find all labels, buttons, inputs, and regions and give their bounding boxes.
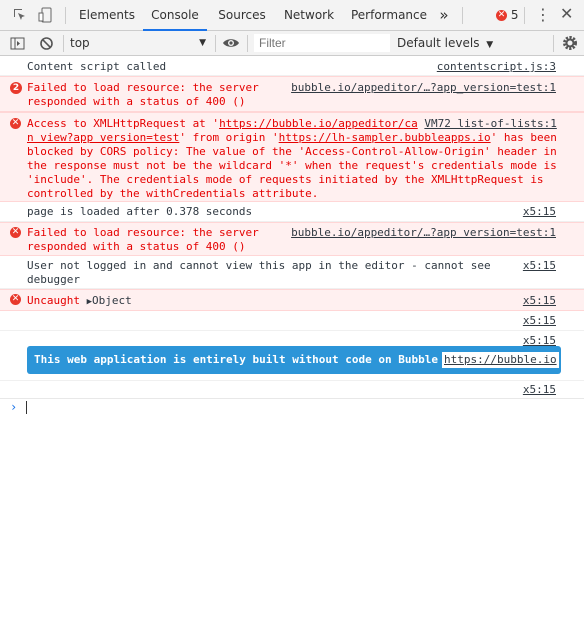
error-icon: ✕ — [10, 118, 21, 129]
error-counter[interactable]: ✕ 5 — [496, 8, 518, 23]
message-source-link[interactable]: bubble.io/appeditor/…?app_version=test:1 — [291, 81, 556, 95]
chevron-down-icon: ▼ — [199, 38, 206, 48]
origin-link[interactable]: https://lh-sampler.bubbleapps.io — [279, 131, 491, 144]
message-source-link[interactable]: x5:15 — [523, 259, 556, 273]
divider — [63, 35, 64, 52]
close-devtools-icon[interactable]: ✕ — [560, 4, 573, 24]
error-icon: ✕ — [10, 227, 21, 238]
tab-performance[interactable]: Performance — [348, 0, 430, 31]
console-error: ✕ Failed to load resource: the server re… — [0, 222, 584, 256]
message-source-link[interactable]: contentscript.js:3 — [437, 60, 556, 74]
console-message: page is loaded after 0.378 seconds x5:15 — [0, 202, 584, 222]
message-text: Access to XMLHttpRequest at 'https://bub… — [27, 117, 557, 200]
chevron-down-icon: ▼ — [486, 40, 494, 50]
filter-input[interactable] — [254, 34, 390, 52]
console-prompt-icon: › — [10, 400, 18, 414]
message-source-link[interactable]: VM72 list-of-lists:1 — [424, 117, 556, 130]
inspect-element-icon[interactable] — [12, 7, 28, 23]
clear-console-icon[interactable] — [39, 36, 54, 51]
message-source-link[interactable]: x5:15 — [523, 205, 556, 219]
tab-network[interactable]: Network — [279, 0, 339, 31]
console-error: ✕ Uncaught ▶Object x5:15 — [0, 289, 584, 311]
message-text: Failed to load resource: the server resp… — [27, 81, 259, 108]
context-value: top — [70, 36, 90, 50]
request-url-link[interactable]: n view?app version=test — [27, 131, 179, 144]
divider — [462, 7, 463, 24]
context-selector[interactable]: top ▼ — [70, 34, 212, 53]
message-text: Content script called — [27, 60, 167, 73]
more-tabs-button[interactable]: » — [434, 0, 454, 31]
tab-console[interactable]: Console — [143, 0, 207, 31]
message-source-link[interactable]: x5:15 — [523, 383, 556, 397]
console-error: 2 Failed to load resource: the server re… — [0, 76, 584, 112]
show-sidebar-icon[interactable] — [10, 36, 25, 51]
divider — [65, 7, 66, 24]
bubble-link[interactable]: https://bubble.io — [441, 352, 559, 368]
tab-sources[interactable]: Sources — [212, 0, 272, 31]
bubble-banner: This web application is entirely built w… — [27, 346, 561, 374]
gear-icon[interactable] — [562, 35, 578, 51]
divider — [553, 35, 554, 52]
divider — [247, 35, 248, 52]
message-source-link[interactable]: x5:15 — [523, 314, 556, 328]
message-text: User not logged in and cannot view this … — [27, 259, 491, 286]
console-message: Content script called contentscript.js:3 — [0, 56, 584, 76]
message-text: Uncaught ▶Object — [27, 294, 132, 307]
console-message: User not logged in and cannot view this … — [0, 256, 584, 289]
object-expander[interactable]: ▶Object — [87, 294, 132, 307]
console-error: ✕ Access to XMLHttpRequest at 'https://b… — [0, 112, 584, 202]
log-levels-dropdown[interactable]: Default levels ▼ — [397, 34, 493, 53]
eye-icon[interactable] — [222, 36, 240, 50]
error-icon: ✕ — [10, 294, 21, 305]
banner-text: This web application is entirely built w… — [34, 353, 438, 366]
divider — [215, 35, 216, 52]
log-levels-label: Default levels — [397, 36, 480, 50]
console-input[interactable] — [26, 401, 27, 414]
message-text: page is loaded after 0.378 seconds — [27, 205, 253, 218]
device-toolbar-icon[interactable] — [38, 7, 54, 23]
message-source-link[interactable]: bubble.io/appeditor/…?app version=test:1 — [291, 226, 556, 240]
divider — [524, 7, 525, 24]
customize-menu-icon[interactable]: ⋮ — [535, 5, 551, 25]
tab-elements[interactable]: Elements — [76, 0, 138, 31]
console-toolbar: top ▼ Default levels ▼ — [0, 31, 584, 56]
devtools-top-bar: Elements Console Sources Network Perform… — [0, 0, 584, 31]
repeat-count-badge: 2 — [10, 82, 22, 94]
message-text: Failed to load resource: the server resp… — [27, 226, 259, 253]
console-message: x5:15 — [0, 311, 584, 331]
error-count: 5 — [510, 8, 519, 22]
request-url-link[interactable]: https://bubble.io/appeditor/ca — [219, 117, 418, 130]
console-message: x5:15 — [0, 381, 584, 399]
message-source-link[interactable]: x5:15 — [523, 294, 556, 308]
error-icon: ✕ — [496, 10, 507, 21]
